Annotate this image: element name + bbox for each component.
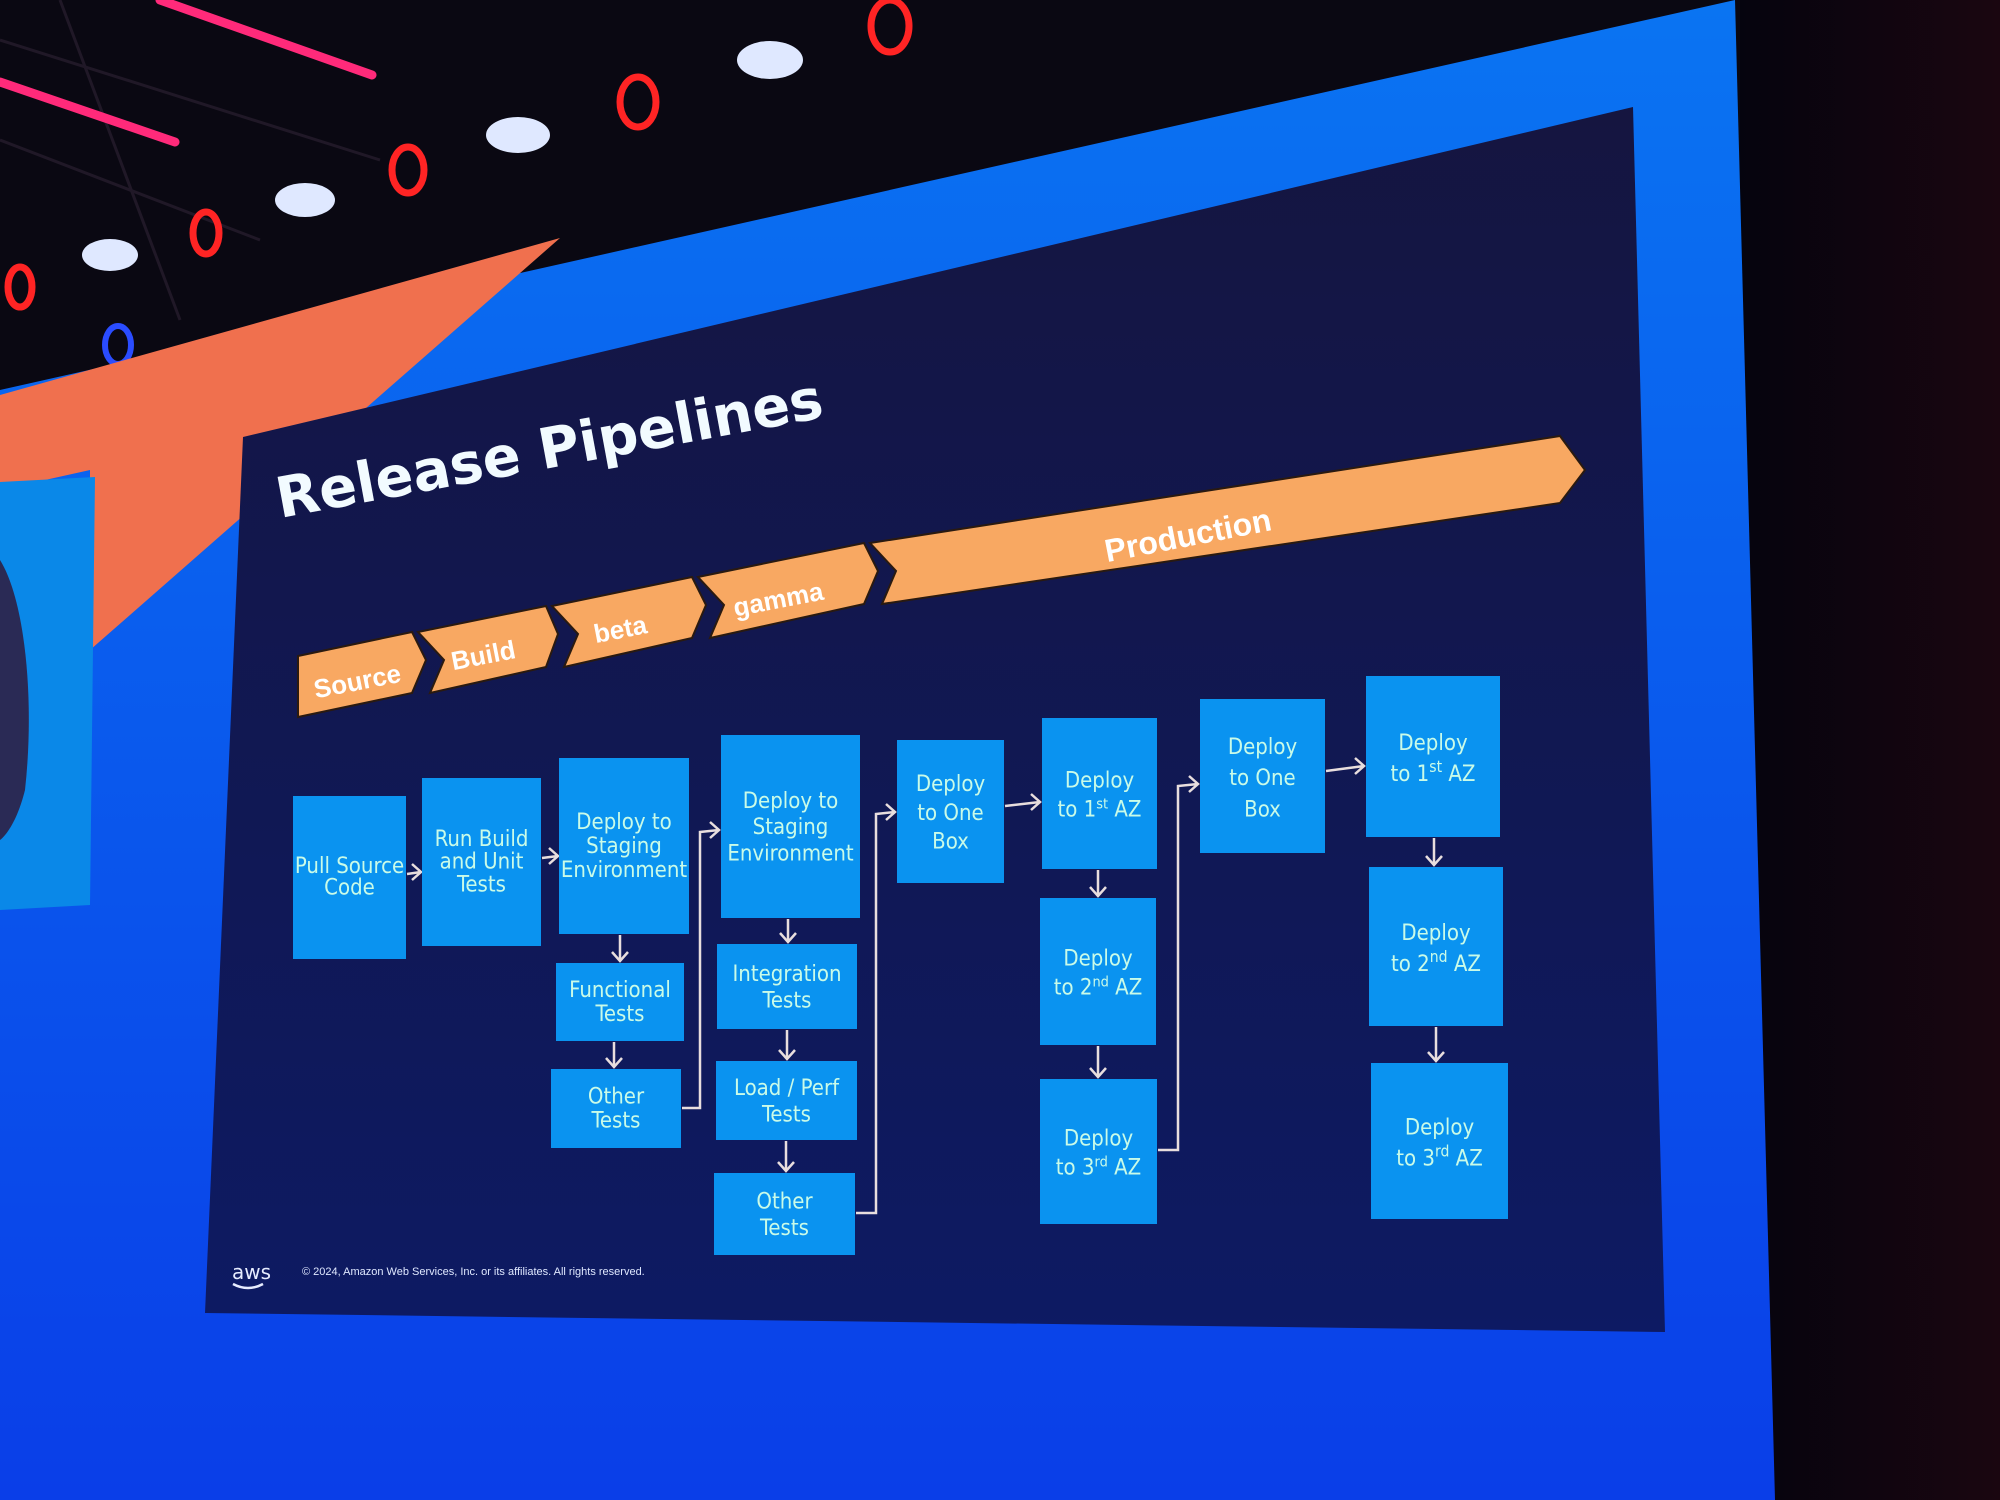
step-gamma-deploy: Deploy toStagingEnvironment <box>721 735 860 918</box>
flow-arrow <box>856 803 897 1215</box>
step-label: Integration <box>732 962 841 987</box>
flow-arrow <box>406 863 423 881</box>
step-beta-other: OtherTests <box>551 1069 681 1148</box>
step-prod2-az2: Deployto 2nd AZ <box>1369 867 1503 1026</box>
step-label: Staging <box>753 815 829 840</box>
step-box <box>1371 1063 1508 1219</box>
step-label: Deploy <box>1064 1127 1134 1152</box>
step-label: Deploy <box>1063 947 1133 972</box>
step-box <box>1040 1079 1157 1224</box>
flow-arrow <box>1425 838 1443 867</box>
step-label: Box <box>1244 797 1281 822</box>
step-label: Tests <box>595 1002 645 1027</box>
step-label: Deploy <box>1405 1116 1475 1141</box>
flow-arrow <box>605 1042 623 1069</box>
flow-arrow <box>777 1141 795 1173</box>
step-label: Deploy <box>916 772 986 797</box>
flow-arrow <box>541 847 560 865</box>
step-prod2-az3: Deployto 3rd AZ <box>1371 1063 1508 1219</box>
step-label: Deploy <box>1065 769 1135 794</box>
step-pull-source: Pull SourceCode <box>293 796 406 959</box>
flow-arrow <box>1004 793 1042 811</box>
step-label: Functional <box>569 978 671 1003</box>
flow-arrow <box>1325 757 1366 775</box>
step-label: Deploy <box>1398 731 1468 756</box>
step-label: Deploy <box>1228 735 1298 760</box>
stage-build: Build <box>416 604 560 695</box>
slide-title: Release Pipelines <box>271 367 828 532</box>
step-prod1-az2: Deployto 2nd AZ <box>1040 898 1156 1045</box>
flow-arrow <box>1089 1046 1107 1079</box>
step-label: Tests <box>456 872 506 897</box>
flow-arrow <box>778 1030 796 1061</box>
step-prod2-onebox: Deploy to One Box <box>1200 699 1325 853</box>
arrow-line <box>856 810 896 1215</box>
step-prod1-az3: Deployto 3rd AZ <box>1040 1079 1157 1224</box>
step-label: to One <box>1229 766 1295 791</box>
aws-logo: aws <box>232 1260 271 1284</box>
step-box <box>1369 867 1503 1026</box>
step-run-build: Run Buildand UnitTests <box>422 778 541 946</box>
step-label: Environment <box>727 842 854 867</box>
step-label: Staging <box>586 834 662 859</box>
step-label: Code <box>324 876 375 901</box>
pipeline-steps: Pull SourceCodeRun Buildand UnitTestsDep… <box>293 676 1508 1255</box>
step-gamma-other: OtherTests <box>714 1173 855 1255</box>
slide-content: Release Pipelines SourceBuildbetagammaPr… <box>232 367 1587 1290</box>
step-label: Environment <box>561 858 688 883</box>
step-label: Tests <box>762 988 812 1013</box>
flow-arrow <box>1089 870 1107 898</box>
flow-arrow <box>611 935 629 963</box>
stage-gamma: gamma <box>696 541 880 640</box>
step-prod1-onebox: Deploy to One Box <box>897 740 1004 883</box>
step-label: Run Build <box>435 827 529 852</box>
flow-arrow <box>779 919 797 944</box>
step-label: and Unit <box>440 850 524 875</box>
step-label: Deploy to <box>743 789 838 814</box>
step-beta-deploy: Deploy toStagingEnvironment <box>559 758 689 934</box>
step-label: Other <box>588 1085 645 1110</box>
step-label: Load / Perf <box>734 1076 840 1101</box>
step-label: Tests <box>759 1216 809 1241</box>
stage-source: Source <box>297 630 428 719</box>
step-box <box>1040 898 1156 1045</box>
aws-smile-icon <box>232 1282 264 1290</box>
step-gamma-integration: IntegrationTests <box>717 944 857 1029</box>
step-prod1-az1: Deployto 1st AZ <box>1042 718 1157 869</box>
slide-footer: aws © 2024, Amazon Web Services, Inc. or… <box>232 1260 645 1290</box>
step-label: Other <box>756 1190 813 1215</box>
step-label: Tests <box>761 1102 811 1127</box>
flow-arrow <box>1427 1027 1445 1063</box>
step-gamma-load: Load / PerfTests <box>716 1061 857 1140</box>
flow-arrow <box>1158 775 1200 1152</box>
step-label: Deploy to <box>576 810 671 835</box>
step-label: Tests <box>591 1109 641 1134</box>
step-box <box>1366 676 1500 837</box>
stage-production: Production <box>867 434 1587 606</box>
step-beta-functional: FunctionalTests <box>556 963 684 1041</box>
step-prod2-az1: Deployto 1st AZ <box>1366 676 1500 837</box>
stage-scene: Release Pipelines Source Build beta gamma Pr… <box>0 0 2000 1500</box>
step-label: Deploy <box>1401 921 1471 946</box>
copyright-text: © 2024, Amazon Web Services, Inc. or its… <box>302 1266 645 1278</box>
step-box <box>1042 718 1157 869</box>
arrow-line <box>1158 782 1199 1152</box>
step-label: to One <box>917 801 983 826</box>
stage-beta: beta <box>550 575 708 669</box>
step-label: Box <box>932 830 969 855</box>
